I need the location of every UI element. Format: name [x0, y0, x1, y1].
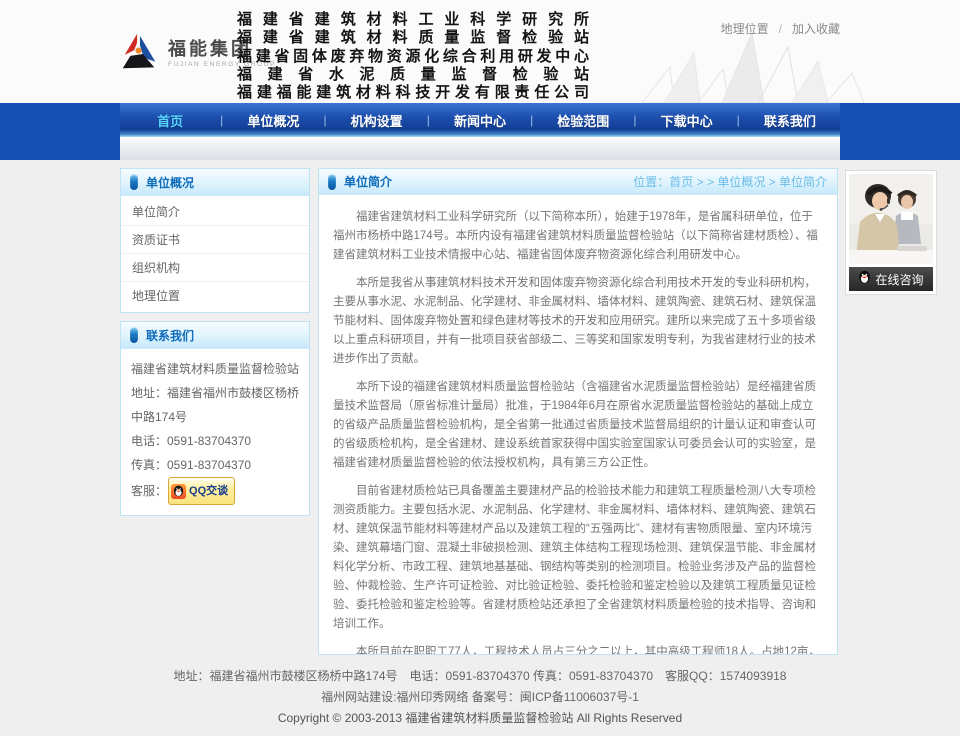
nav-item-organization[interactable]: 机构设置: [327, 111, 427, 130]
sidebar-about-menu: 单位简介 资质证书 组织机构 地理位置: [121, 196, 309, 312]
top-links: 地理位置 / 加入收藏: [721, 20, 840, 37]
fujian-energy-logo-icon: [118, 32, 160, 74]
qq-penguin-icon: [858, 270, 871, 289]
footer-icp-line: 福州网站建设:福州印秀网络 备案号：闽ICP备11006037号-1: [0, 687, 960, 708]
sidebar-item-location[interactable]: 地理位置: [121, 282, 309, 310]
article-paragraph: 本所目前在职职工77人，工程技术人员占三分之二以上，其中高级工程师18人。占地1…: [333, 643, 823, 655]
band-right-block: [840, 103, 960, 160]
customer-service-photo: [849, 174, 933, 264]
sidebar-about-box: 单位概况 单位简介 资质证书 组织机构 地理位置: [120, 168, 310, 313]
sidebar-item-certificates[interactable]: 资质证书: [121, 226, 309, 254]
article-paragraph: 目前省建材质检站已具备覆盖主要建材产品的检验技术能力和建筑工程质量检测八大专项检…: [333, 482, 823, 634]
sidebar-contact-box: 联系我们 福建省建筑材料质量监督检验站 地址：福建省福州市鼓楼区杨桥中路174号…: [120, 321, 310, 516]
nav-item-about[interactable]: 单位概况: [223, 111, 323, 130]
page-title: 单位简介: [344, 173, 392, 190]
article-paragraph: 本所下设的福建省建筑材料质量监督检验站（含福建省水泥质量监督检验站）是经福建省质…: [333, 378, 823, 473]
site-titles: 福建省建筑材料工业科学研究所 福建省建筑材料质量监督检验站 福建省固体废弃物资源…: [237, 11, 589, 102]
contact-address: 地址：福建省福州市鼓楼区杨桥中路174号: [131, 381, 299, 429]
site-title-2: 福建省建筑材料质量监督检验站: [237, 29, 589, 47]
sidebar-contact-body: 福建省建筑材料质量监督检验站 地址：福建省福州市鼓楼区杨桥中路174号 电话：0…: [121, 349, 309, 515]
qq-penguin-icon: [171, 484, 186, 499]
footer-contact-line: 地址：福建省福州市鼓楼区杨桥中路174号 电话：0591-83704370 传真…: [0, 666, 960, 687]
section-pill-icon: [328, 174, 336, 190]
footer-copyright: Copyright © 2003-2013 福建省建筑材料质量监督检验站 All…: [0, 708, 960, 729]
section-pill-icon: [130, 174, 138, 190]
contact-service-label: 客服：: [131, 479, 167, 503]
article-paragraph: 本所是我省从事建筑材料技术开发和固体废弃物资源化综合利用技术开发的专业科研机构，…: [333, 274, 823, 369]
nav-band: 首页 | 单位概况 | 机构设置 | 新闻中心 | 检验范围 | 下载中心 | …: [0, 103, 960, 160]
footer: 地址：福建省福州市鼓楼区杨桥中路174号 电话：0591-83704370 传真…: [0, 666, 960, 729]
nav-item-downloads[interactable]: 下载中心: [636, 111, 736, 130]
page: 福能集团 FUJIAN ENERGY GROUP 福建省建筑材料工业科学研究所 …: [0, 0, 960, 736]
header: 福能集团 FUJIAN ENERGY GROUP 福建省建筑材料工业科学研究所 …: [0, 0, 960, 103]
sidebar-about-title: 单位概况: [146, 174, 194, 191]
band-left-block: [0, 103, 120, 160]
site-title-1: 福建省建筑材料工业科学研究所: [237, 11, 589, 29]
qq-chat-label: QQ交谈: [189, 479, 228, 503]
contact-fax: 传真：0591-83704370: [131, 453, 299, 477]
article-paragraph: 福建省建筑材料工业科学研究所（以下简称本所），始建于1978年，是省属科研单位，…: [333, 208, 823, 265]
online-consult-button[interactable]: 在线咨询: [849, 267, 933, 291]
main-panel-header: 单位简介 位置：首页 > > 单位概况 > 单位简介: [319, 169, 837, 195]
qq-chat-button[interactable]: QQ交谈: [168, 477, 235, 505]
online-service-panel: 在线咨询: [845, 170, 937, 295]
article-body: 福建省建筑材料工业科学研究所（以下简称本所），始建于1978年，是省属科研单位，…: [319, 195, 837, 655]
breadcrumb[interactable]: 位置：首页 > > 单位概况 > 单位简介: [633, 173, 827, 190]
nav-sub-band: [120, 137, 840, 160]
section-pill-icon: [130, 327, 138, 343]
contact-service-row: 客服： QQ交谈: [131, 477, 299, 505]
sidebar-contact-header: 联系我们: [121, 322, 309, 349]
building-graphic: [602, 33, 902, 103]
nav-item-inspection-scope[interactable]: 检验范围: [533, 111, 633, 130]
nav-item-contact[interactable]: 联系我们: [740, 111, 840, 130]
online-consult-label: 在线咨询: [875, 271, 923, 288]
sidebar-item-intro[interactable]: 单位简介: [121, 198, 309, 226]
contact-org: 福建省建筑材料质量监督检验站: [131, 357, 299, 381]
add-favorite-link[interactable]: 加入收藏: [792, 20, 840, 37]
sidebar: 单位概况 单位简介 资质证书 组织机构 地理位置 联系我们 福建省建筑材料质量监…: [120, 168, 310, 524]
main-nav: 首页 | 单位概况 | 机构设置 | 新闻中心 | 检验范围 | 下载中心 | …: [120, 103, 840, 137]
sidebar-contact-title: 联系我们: [146, 327, 194, 344]
top-links-separator: /: [779, 22, 782, 36]
sidebar-about-header: 单位概况: [121, 169, 309, 196]
nav-item-home[interactable]: 首页: [120, 111, 220, 130]
nav-item-news[interactable]: 新闻中心: [430, 111, 530, 130]
main-panel: 单位简介 位置：首页 > > 单位概况 > 单位简介 福建省建筑材料工业科学研究…: [318, 168, 838, 655]
site-title-4: 福建省水泥质量监督检验站: [237, 66, 589, 84]
site-title-3: 福建省固体废弃物资源化综合利用研发中心: [237, 48, 589, 66]
geo-location-link[interactable]: 地理位置: [721, 20, 769, 37]
contact-phone: 电话：0591-83704370: [131, 429, 299, 453]
sidebar-item-organization[interactable]: 组织机构: [121, 254, 309, 282]
site-title-5: 福建福能建筑材料科技开发有限责任公司: [237, 84, 589, 102]
